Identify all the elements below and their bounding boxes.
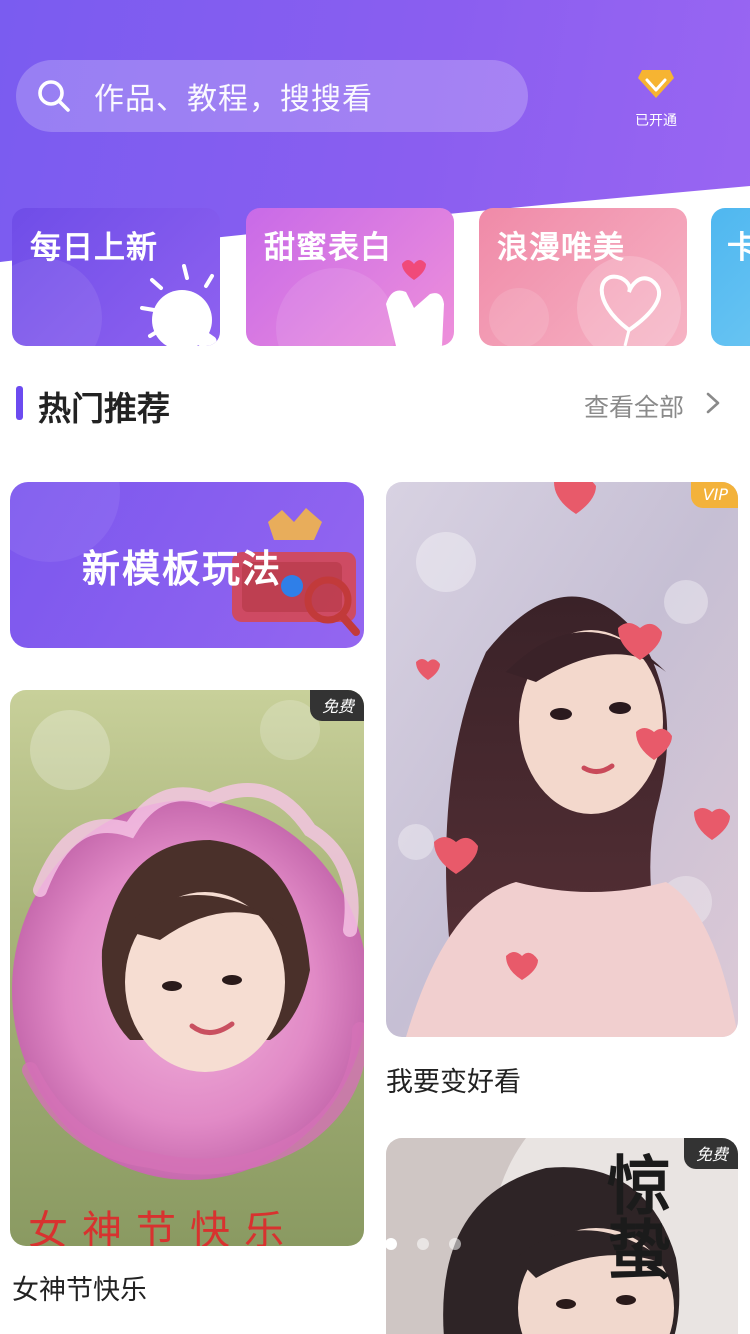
carousel-pager (385, 1238, 465, 1252)
search-bar[interactable]: 作品、教程，搜搜看 (16, 60, 528, 132)
category-card-partial[interactable]: 卡 (711, 208, 750, 346)
vip-status-button[interactable]: 已开通 (628, 66, 684, 136)
chevron-right-icon[interactable] (704, 390, 722, 416)
template-card-goddess-day[interactable]: 女神节快乐 免费 (10, 690, 364, 1246)
template-thumbnail (386, 1138, 738, 1334)
template-thumbnail (10, 690, 364, 1246)
pager-dot[interactable] (449, 1238, 461, 1250)
pager-dot-active[interactable] (385, 1238, 397, 1250)
template-overlay-text: 女神节快乐 (28, 1208, 298, 1246)
category-title: 浪漫唯美 (497, 230, 625, 266)
section-title: 热门推荐 (38, 389, 170, 428)
free-badge: 免费 (309, 690, 364, 721)
section-accent-bar (16, 386, 23, 420)
category-card-romantic[interactable]: 浪漫唯美 (479, 208, 687, 346)
vip-status-label: 已开通 (635, 113, 677, 129)
template-caption: 我要变好看 (386, 1067, 521, 1098)
category-title: 每日上新 (30, 230, 158, 266)
free-badge: 免费 (683, 1138, 738, 1169)
template-card-jingzhe[interactable]: 惊蛰 免费 (386, 1138, 738, 1334)
category-row: 每日上新 甜蜜表白 浪漫唯美 卡 (0, 208, 750, 348)
category-title: 甜蜜表白 (264, 230, 392, 266)
template-overlay-text: 惊蛰 (596, 1152, 671, 1280)
category-card-daily-new[interactable]: 每日上新 (12, 208, 220, 346)
category-title: 卡 (727, 230, 750, 266)
section-header-hot: 热门推荐 查看全部 (16, 382, 736, 428)
template-thumbnail (386, 482, 738, 1037)
category-card-sweet-confession[interactable]: 甜蜜表白 (246, 208, 454, 346)
search-input[interactable]: 作品、教程，搜搜看 (94, 74, 373, 118)
promo-title: 新模板玩法 (82, 547, 283, 591)
promo-card-new-template[interactable]: 新模板玩法 (10, 482, 364, 648)
vip-badge: VIP (690, 482, 738, 508)
view-all-link[interactable]: 查看全部 (584, 388, 684, 424)
search-icon (38, 80, 70, 112)
pager-dot[interactable] (417, 1238, 429, 1250)
template-card-vip[interactable]: VIP (386, 482, 738, 1037)
diamond-icon (638, 70, 674, 98)
template-caption: 女神节快乐 (12, 1275, 147, 1306)
